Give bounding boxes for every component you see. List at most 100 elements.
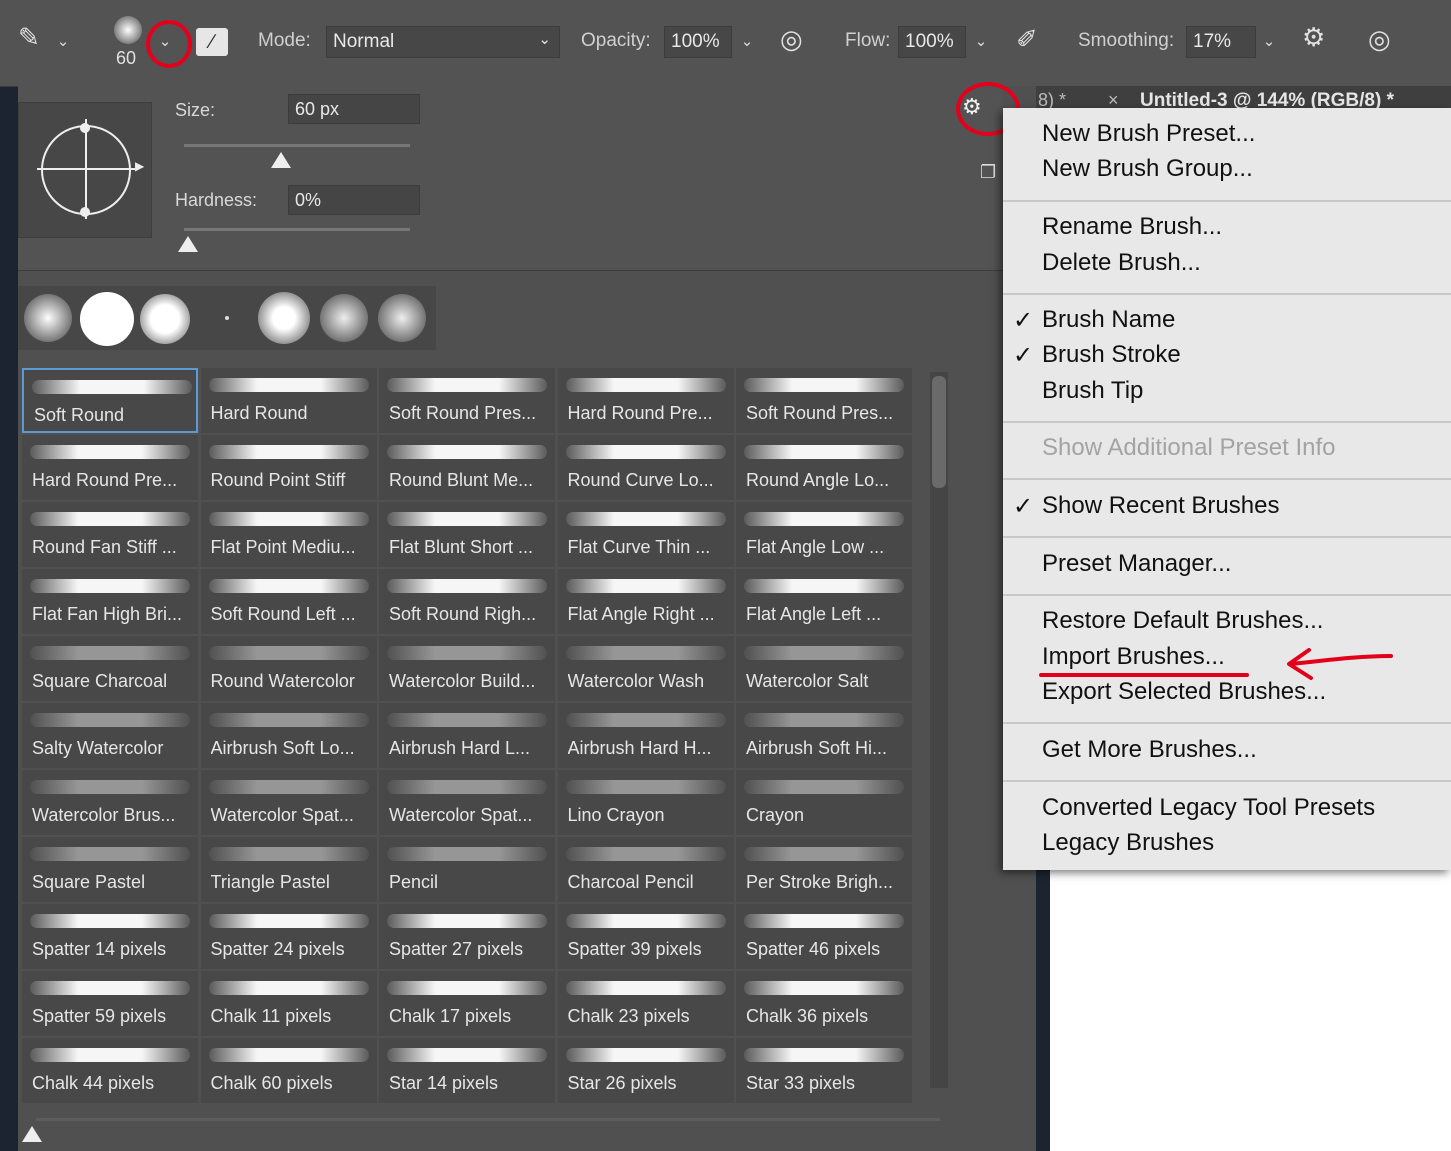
pressure-opacity-icon[interactable]: ◎ [780,24,803,55]
brush-preset-cell[interactable]: Watercolor Brus... [22,770,198,835]
smoothing-input[interactable]: 17% [1186,26,1256,58]
mode-select[interactable]: Normal ⌄ [326,26,560,58]
brush-preset-cell[interactable]: Spatter 46 pixels [736,904,912,969]
size-slider-thumb[interactable] [271,152,292,168]
brush-preset-cell[interactable]: Chalk 17 pixels [379,971,555,1036]
new-preset-icon[interactable]: ❐ [980,162,996,183]
recent-brush-2[interactable] [80,292,134,346]
brush-preset-cell[interactable]: Watercolor Wash [557,636,734,701]
recent-brush-6[interactable] [320,294,368,342]
brush-angle-preview[interactable]: ▶ [18,102,152,238]
menu-item-brush-stroke[interactable]: Brush Stroke [1042,341,1181,369]
brush-preset-cell[interactable]: Spatter 39 pixels [557,904,734,969]
recent-brush-4[interactable] [225,316,229,320]
menu-item-converted-legacy-tool-presets[interactable]: Converted Legacy Tool Presets [1042,794,1375,822]
document-canvas[interactable] [1050,870,1451,1151]
brush-preset-cell[interactable]: Watercolor Spat... [379,770,555,835]
brush-preset-cell[interactable]: Triangle Pastel [200,837,377,902]
menu-item-show-recent-brushes[interactable]: Show Recent Brushes [1042,492,1279,520]
brush-preset-cell[interactable]: Chalk 36 pixels [736,971,912,1036]
brush-preset-cell[interactable]: Star 26 pixels [557,1038,734,1103]
brush-preset-cell[interactable]: Watercolor Spat... [200,770,377,835]
brush-preset-cell[interactable]: Chalk 44 pixels [22,1038,198,1103]
brush-preset-cell[interactable]: Salty Watercolor [22,703,198,768]
menu-item-get-more-brushes[interactable]: Get More Brushes... [1042,736,1257,764]
brush-preset-cell[interactable]: Soft Round Left ... [200,569,377,634]
pressure-size-icon[interactable]: ◎ [1368,24,1391,55]
hardness-slider-thumb[interactable] [178,236,198,252]
smoothing-chevron-down-icon[interactable]: ⌄ [1256,26,1282,58]
recent-brush-3[interactable] [140,294,190,344]
opacity-chevron-down-icon[interactable]: ⌄ [734,26,760,58]
tool-preset-chevron-down-icon[interactable]: ⌄ [50,26,76,58]
brush-preset-cell[interactable]: Soft Round Pres... [736,368,912,433]
brush-preset-cell[interactable]: Crayon [736,770,912,835]
brush-preset-cell[interactable]: Hard Round Pre... [22,435,198,500]
brush-settings-toggle-icon[interactable]: ∕ [196,28,228,56]
airbrush-icon[interactable]: ✐ [1016,24,1038,55]
menu-item-brush-tip[interactable]: Brush Tip [1042,377,1143,405]
size-input[interactable]: 60 px [288,94,420,124]
brush-preset-cell[interactable]: Flat Curve Thin ... [557,502,734,567]
brush-preset-cell[interactable]: Lino Crayon [557,770,734,835]
brush-preset-cell[interactable]: Flat Angle Right ... [557,569,734,634]
brush-preset-cell[interactable]: Flat Angle Left ... [736,569,912,634]
brush-preset-cell[interactable]: Airbrush Hard L... [379,703,555,768]
brush-preset-cell[interactable]: Watercolor Build... [379,636,555,701]
brush-tool-icon[interactable]: ✎ [18,22,40,53]
brush-preset-cell[interactable]: Chalk 60 pixels [200,1038,377,1103]
brush-preset-cell[interactable]: Flat Point Mediu... [200,502,377,567]
menu-item-import-brushes[interactable]: Import Brushes... [1042,643,1225,671]
recent-brush-5[interactable] [258,292,310,344]
brush-preset-cell[interactable]: Pencil [379,837,555,902]
opacity-input[interactable]: 100% [664,26,732,58]
brush-preset-cell[interactable]: Hard Round Pre... [557,368,734,433]
menu-item-preset-manager[interactable]: Preset Manager... [1042,550,1231,578]
brush-preset-cell[interactable]: Round Angle Lo... [736,435,912,500]
flow-input[interactable]: 100% [898,26,966,58]
brush-preset-cell[interactable]: Round Point Stiff [200,435,377,500]
menu-item-legacy-brushes[interactable]: Legacy Brushes [1042,829,1214,857]
preview-size-slider-thumb[interactable] [22,1126,42,1142]
brush-preset-cell[interactable]: Round Blunt Me... [379,435,555,500]
hardness-input[interactable]: 0% [288,185,420,215]
brush-preset-cell[interactable]: Hard Round [200,368,377,433]
size-slider-track[interactable] [184,144,410,147]
recent-brush-1[interactable] [24,294,72,342]
brush-preset-cell[interactable]: Soft Round [22,368,198,433]
menu-item-new-brush-group[interactable]: New Brush Group... [1042,155,1253,183]
flow-chevron-down-icon[interactable]: ⌄ [968,26,994,58]
brush-preset-cell[interactable]: Airbrush Hard H... [557,703,734,768]
brush-preset-cell[interactable]: Soft Round Righ... [379,569,555,634]
brush-preset-cell[interactable]: Square Pastel [22,837,198,902]
hardness-slider-track[interactable] [184,228,410,231]
preview-size-slider-track[interactable] [36,1118,940,1121]
menu-item-new-brush-preset[interactable]: New Brush Preset... [1042,120,1255,148]
brush-preset-cell[interactable]: Watercolor Salt [736,636,912,701]
brush-preset-cell[interactable]: Spatter 27 pixels [379,904,555,969]
brush-preset-cell[interactable]: Flat Blunt Short ... [379,502,555,567]
gear-icon[interactable]: ⚙ [1302,22,1325,53]
brush-preset-cell[interactable]: Star 33 pixels [736,1038,912,1103]
brush-preset-cell[interactable]: Spatter 24 pixels [200,904,377,969]
brush-preset-cell[interactable]: Square Charcoal [22,636,198,701]
brush-preset-cell[interactable]: Round Watercolor [200,636,377,701]
menu-item-rename-brush[interactable]: Rename Brush... [1042,213,1222,241]
grid-scrollbar[interactable] [930,372,948,1088]
brush-preset-cell[interactable]: Flat Angle Low ... [736,502,912,567]
recent-brush-7[interactable] [378,294,426,342]
brush-preset-cell[interactable]: Charcoal Pencil [557,837,734,902]
grid-scrollbar-thumb[interactable] [932,376,946,488]
brush-preset-cell[interactable]: Round Curve Lo... [557,435,734,500]
brush-preset-cell[interactable]: Chalk 11 pixels [200,971,377,1036]
brush-preset-cell[interactable]: Flat Fan High Bri... [22,569,198,634]
brush-preset-cell[interactable]: Airbrush Soft Lo... [200,703,377,768]
menu-item-restore-default-brushes[interactable]: Restore Default Brushes... [1042,607,1323,635]
brush-preset-cell[interactable]: Airbrush Soft Hi... [736,703,912,768]
menu-item-delete-brush[interactable]: Delete Brush... [1042,249,1201,277]
brush-preset-cell[interactable]: Per Stroke Brigh... [736,837,912,902]
brush-preset-cell[interactable]: Soft Round Pres... [379,368,555,433]
brush-preset-cell[interactable]: Chalk 23 pixels [557,971,734,1036]
brush-preset-cell[interactable]: Spatter 59 pixels [22,971,198,1036]
brush-preset-cell[interactable]: Star 14 pixels [379,1038,555,1103]
